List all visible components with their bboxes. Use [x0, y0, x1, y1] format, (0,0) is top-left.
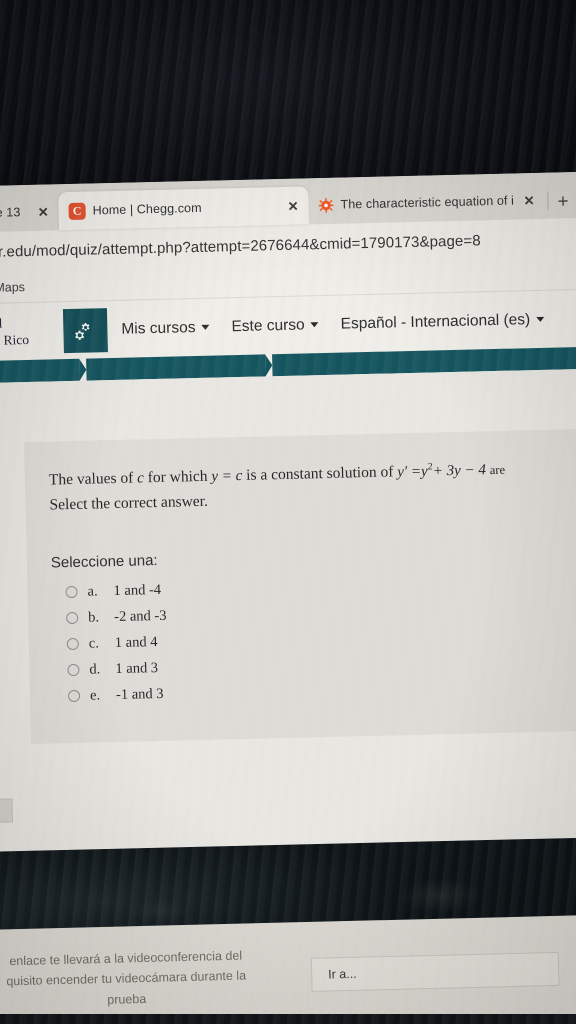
monitor-dark-area-top	[0, 0, 576, 196]
gears-icon[interactable]	[62, 307, 108, 353]
chevron-down-icon	[201, 324, 210, 330]
question-prefix: The values of	[48, 469, 134, 489]
breadcrumb-segment[interactable]	[0, 358, 80, 383]
option-text: 1 and -4	[113, 581, 162, 599]
monitor-dark-area-bottom	[0, 1014, 576, 1024]
tab-close-icon[interactable]: ✕	[35, 203, 52, 220]
browser-tab-partial[interactable]: de 13 ✕	[0, 192, 60, 232]
quiz-footer: enlace te llevará a la videoconferencia …	[0, 914, 576, 1024]
nav-label: Este curso	[231, 315, 305, 335]
sidebar-collapsed-stub[interactable]	[0, 798, 14, 824]
browser-tab-moodle-question[interactable]: The characteristic equation of is ✕	[308, 180, 545, 225]
browser-window: de 13 ✕ C Home | Chegg.com ✕ The charact…	[0, 171, 576, 886]
tab-close-icon[interactable]: ✕	[284, 197, 301, 214]
option-letter: e.	[89, 687, 101, 704]
footer-note: enlace te llevará a la videoconferencia …	[0, 945, 272, 1013]
bookmark-maps[interactable]: Maps	[0, 280, 25, 295]
select-one-label: Seleccione una:	[50, 552, 158, 572]
option-letter: d.	[89, 661, 101, 678]
nav-item-language[interactable]: Español - Internacional (es)	[340, 310, 545, 333]
option-letter: a.	[87, 583, 98, 600]
nav-item-mis-cursos[interactable]: Mis cursos	[121, 318, 210, 338]
option-letter: b.	[88, 609, 100, 626]
quiz-page-body: The values of c for which y = c is a con…	[0, 368, 576, 886]
site-name: ad to Rico	[0, 314, 64, 349]
question-mid2: is a constant solution of	[245, 463, 394, 484]
nav-item-este-curso[interactable]: Este curso	[231, 316, 319, 336]
radio-button[interactable]	[66, 612, 79, 625]
nav-label: Mis cursos	[121, 318, 196, 338]
option-text: 1 and 4	[114, 633, 158, 651]
tab-title: Home | Chegg.com	[92, 200, 202, 218]
tab-separator	[547, 191, 549, 210]
photo-of-monitor: de 13 ✕ C Home | Chegg.com ✕ The charact…	[0, 0, 576, 1024]
option-text: -1 and 3	[115, 685, 164, 703]
moodle-gear-icon	[318, 197, 334, 213]
radio-button[interactable]	[67, 664, 80, 677]
option-text: -2 and -3	[113, 607, 167, 625]
answer-options: a. 1 and -4 b. -2 and -3 c. 1 and 4 d. 1…	[51, 567, 576, 710]
site-name-line2: to Rico	[0, 331, 30, 348]
nav-label: Español - Internacional (es)	[340, 310, 531, 333]
nav-links: Mis cursos Este curso Español - Internac…	[121, 310, 545, 338]
option-text: 1 and 3	[115, 659, 159, 677]
question-card: The values of c for which y = c is a con…	[24, 427, 576, 745]
equation-y-equals-c: y = c	[211, 467, 243, 485]
tab-title: The characteristic equation of is	[340, 193, 514, 212]
tab-title: de 13	[0, 205, 21, 220]
radio-button[interactable]	[66, 638, 79, 651]
question-suffix: are	[489, 462, 506, 478]
equation-ode-lhs: y′ =	[397, 463, 422, 481]
goto-select[interactable]: Ir a...	[310, 951, 560, 992]
option-letter: c.	[88, 635, 100, 652]
variable-c: c	[136, 470, 145, 487]
chevron-down-icon	[536, 316, 545, 323]
browser-tab-chegg[interactable]: C Home | Chegg.com ✕	[58, 186, 309, 231]
site-name-line1: ad	[0, 315, 3, 331]
new-tab-button[interactable]: +	[553, 191, 575, 218]
address-bar-url: pr.edu/mod/quiz/attempt.php?attempt=2676…	[0, 231, 481, 261]
goto-label: Ir a...	[328, 966, 357, 982]
question-mid: for which	[147, 467, 208, 487]
tab-close-icon[interactable]: ✕	[520, 191, 537, 208]
chegg-icon: C	[68, 202, 86, 220]
equation-ode-rest: + 3y − 4	[432, 462, 487, 480]
chevron-down-icon	[310, 322, 319, 328]
radio-button[interactable]	[65, 586, 78, 599]
radio-button[interactable]	[67, 690, 81, 703]
